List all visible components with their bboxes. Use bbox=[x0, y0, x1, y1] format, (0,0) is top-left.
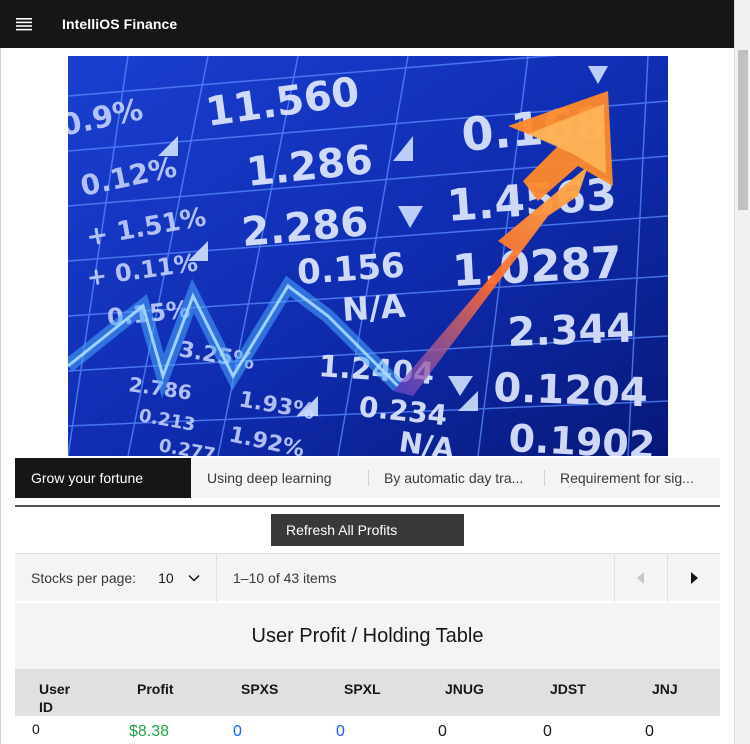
app-root: IntelliOS Finance 11.560 1.286 1.4563 2.… bbox=[0, 0, 750, 744]
cell-spxl[interactable]: 0 bbox=[336, 723, 345, 741]
chevron-down-icon bbox=[188, 574, 200, 582]
tabs-divider bbox=[15, 505, 720, 507]
svg-text:1.0287: 1.0287 bbox=[451, 237, 623, 297]
top-header: IntelliOS Finance bbox=[0, 0, 734, 48]
content-tabs: Grow your fortune Using deep learning By… bbox=[15, 458, 720, 498]
column-header-jnug[interactable]: JNUG bbox=[445, 680, 484, 698]
refresh-all-profits-button[interactable]: Refresh All Profits bbox=[271, 514, 464, 546]
tab-automatic-day-trading[interactable]: By automatic day tra... bbox=[368, 458, 544, 498]
table-header-row: User ID Profit SPXS SPXL JNUG JDST JNJ bbox=[15, 669, 720, 716]
per-page-label: Stocks per page: bbox=[31, 569, 137, 586]
caret-right-icon bbox=[691, 572, 698, 584]
scrollbar-thumb[interactable] bbox=[738, 50, 748, 210]
column-header-profit[interactable]: Profit bbox=[137, 680, 174, 698]
tab-grow-your-fortune[interactable]: Grow your fortune bbox=[15, 458, 191, 498]
column-header-spxs[interactable]: SPXS bbox=[241, 680, 278, 698]
column-header-user-id[interactable]: User ID bbox=[39, 680, 79, 716]
hero-image: 11.560 0.168 1.286 1.4563 2.286 1.0287 0… bbox=[68, 56, 668, 456]
table-title: User Profit / Holding Table bbox=[251, 624, 484, 647]
per-page-value: 10 bbox=[158, 569, 174, 586]
pagination-bar: Stocks per page: 10 1–10 of 43 items bbox=[15, 553, 720, 602]
tab-using-deep-learning[interactable]: Using deep learning bbox=[191, 458, 368, 498]
tab-label: Using deep learning bbox=[207, 470, 332, 486]
tab-label: Grow your fortune bbox=[31, 470, 144, 486]
svg-text:0.1902: 0.1902 bbox=[508, 416, 657, 456]
cell-jdst: 0 bbox=[543, 723, 552, 740]
per-page-select[interactable]: 10 bbox=[158, 570, 200, 586]
tab-separator bbox=[544, 470, 545, 486]
svg-text:0.1204: 0.1204 bbox=[493, 365, 649, 416]
cell-jnj: 0 bbox=[645, 723, 654, 740]
tab-requirement[interactable]: Requirement for sig... bbox=[544, 458, 720, 498]
column-header-jnj[interactable]: JNJ bbox=[652, 680, 678, 698]
svg-text:N/A: N/A bbox=[341, 287, 407, 329]
vertical-scrollbar[interactable] bbox=[734, 0, 750, 744]
content-left-border bbox=[0, 48, 1, 744]
app-title: IntelliOS Finance bbox=[62, 16, 178, 32]
cell-profit: $8.38 bbox=[129, 723, 170, 740]
tab-label: By automatic day tra... bbox=[384, 470, 524, 486]
table-row: 0 $8.38 0 0 0 0 0 bbox=[15, 716, 720, 744]
items-range: 1–10 of 43 items bbox=[233, 569, 337, 586]
cell-spxs[interactable]: 0 bbox=[233, 723, 242, 741]
cell-jnug: 0 bbox=[438, 723, 447, 740]
tab-label: Requirement for sig... bbox=[560, 470, 694, 486]
hamburger-menu-icon[interactable] bbox=[0, 0, 48, 48]
pager-separator bbox=[216, 554, 217, 602]
column-header-jdst[interactable]: JDST bbox=[550, 680, 586, 698]
table-title-bar: User Profit / Holding Table bbox=[15, 603, 720, 669]
cell-user-id: 0 bbox=[32, 721, 40, 737]
previous-page-button[interactable] bbox=[615, 554, 667, 602]
svg-text:2.344: 2.344 bbox=[507, 306, 635, 356]
svg-text:0.156: 0.156 bbox=[296, 246, 406, 293]
next-page-button[interactable] bbox=[668, 554, 720, 602]
stock-ticker-illustration: 11.560 0.168 1.286 1.4563 2.286 1.0287 0… bbox=[68, 56, 668, 456]
column-header-spxl[interactable]: SPXL bbox=[344, 680, 381, 698]
caret-left-icon bbox=[637, 572, 644, 584]
tab-separator bbox=[368, 470, 369, 486]
